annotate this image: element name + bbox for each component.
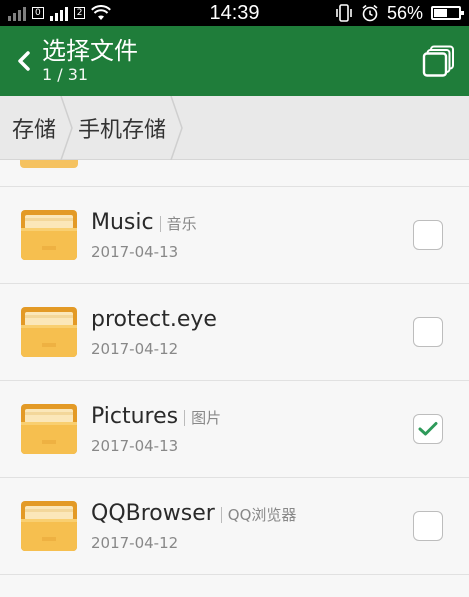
- breadcrumb: 存储 手机存储: [0, 95, 469, 160]
- file-name: Music: [91, 209, 154, 235]
- file-alias: 音乐: [159, 215, 197, 232]
- back-button[interactable]: [12, 41, 36, 81]
- breadcrumb-item-storage[interactable]: 存储: [0, 95, 74, 160]
- list-item-partial: [0, 160, 469, 187]
- folder-icon: [21, 404, 77, 454]
- check-icon: [418, 422, 438, 436]
- status-time: 14:39: [209, 1, 260, 24]
- status-bar: 0 2 14:39 56%: [0, 0, 469, 26]
- file-name: protect.eye: [91, 306, 217, 332]
- file-date: 2017-04-12: [91, 533, 179, 552]
- file-list: Music 音乐 2017-04-13 protect.eye 2017-04-…: [0, 160, 469, 575]
- select-checkbox[interactable]: [413, 414, 443, 444]
- battery-icon: [431, 6, 464, 20]
- battery-fill: [434, 9, 447, 17]
- list-item[interactable]: Music 音乐 2017-04-13: [0, 187, 469, 284]
- file-meta: Pictures 图片 2017-04-13: [91, 404, 413, 455]
- breadcrumb-label: 手机存储: [78, 117, 167, 143]
- file-meta: Music 音乐 2017-04-13: [91, 210, 413, 261]
- select-checkbox[interactable]: [413, 511, 443, 541]
- breadcrumb-item-phone-storage[interactable]: 手机存储: [74, 95, 184, 160]
- select-checkbox[interactable]: [413, 220, 443, 250]
- page-title: 选择文件: [42, 37, 138, 65]
- file-name: Pictures: [91, 403, 179, 429]
- app-header: 选择文件 1 / 31: [0, 26, 469, 96]
- list-item[interactable]: QQBrowser QQ浏览器 2017-04-12: [0, 478, 469, 575]
- select-checkbox[interactable]: [413, 317, 443, 347]
- file-name: QQBrowser: [91, 500, 215, 526]
- multi-window-button[interactable]: [421, 43, 457, 79]
- file-meta: QQBrowser QQ浏览器 2017-04-12: [91, 501, 413, 552]
- breadcrumb-separator-icon: [170, 95, 183, 160]
- folder-icon: [21, 501, 77, 551]
- file-date: 2017-04-13: [91, 242, 179, 261]
- folder-icon: [21, 307, 77, 357]
- list-item[interactable]: Pictures 图片 2017-04-13: [0, 381, 469, 478]
- folder-icon: [20, 160, 78, 168]
- file-alias: 图片: [184, 409, 221, 426]
- file-meta: protect.eye 2017-04-12: [91, 307, 413, 358]
- file-date: 2017-04-13: [91, 436, 179, 455]
- list-item[interactable]: protect.eye 2017-04-12: [0, 284, 469, 381]
- file-alias: QQ浏览器: [220, 506, 296, 523]
- header-title-block: 选择文件 1 / 31: [42, 37, 138, 85]
- page-counter: 1 / 31: [42, 65, 89, 84]
- folder-icon: [21, 210, 77, 260]
- chevron-left-icon: [18, 51, 30, 71]
- breadcrumb-separator-icon: [60, 95, 73, 160]
- breadcrumb-label: 存储: [12, 117, 57, 143]
- file-date: 2017-04-12: [91, 339, 179, 358]
- multi-window-icon: [422, 45, 454, 77]
